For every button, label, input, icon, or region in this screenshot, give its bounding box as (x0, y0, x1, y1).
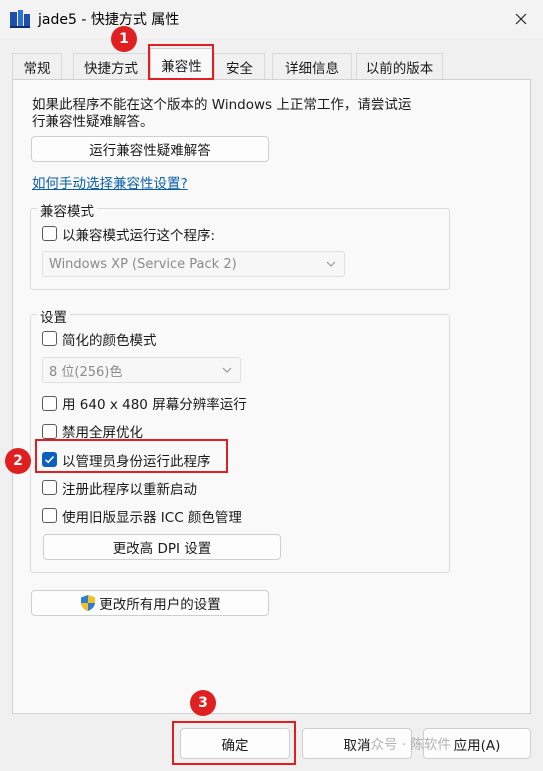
compat-mode-checkbox-label: 以兼容模式运行这个程序: (62, 228, 216, 244)
intro-text-line2: 行兼容性疑难解答。 (32, 114, 154, 130)
checkmark-icon (44, 456, 55, 464)
compat-mode-checkbox[interactable] (42, 226, 57, 241)
settings-group-label: 设置 (37, 306, 70, 326)
chevron-down-icon (326, 261, 336, 267)
window-title: jade5 - 快捷方式 属性 (38, 12, 180, 28)
close-button[interactable] (505, 6, 537, 32)
annotation-badge-3: 3 (190, 690, 216, 716)
os-version-select[interactable]: Windows XP (Service Pack 2) (42, 251, 345, 277)
annotation-badge-1: 1 (111, 26, 137, 52)
tab-shortcut[interactable]: 快捷方式 (73, 53, 149, 79)
os-version-value: Windows XP (Service Pack 2) (49, 256, 237, 272)
disable-fullscreen-checkbox[interactable] (42, 424, 57, 439)
res-640-label: 用 640 x 480 屏幕分辨率运行 (62, 397, 247, 413)
chevron-down-icon (222, 367, 232, 373)
uac-shield-icon (81, 595, 96, 611)
register-restart-label: 注册此程序以重新启动 (62, 482, 197, 498)
watermark: 公众号 · 陈软件 (357, 737, 451, 753)
res-640-checkbox[interactable] (42, 396, 57, 411)
tab-general[interactable]: 常规 (12, 53, 62, 79)
compat-mode-group (30, 208, 450, 290)
legacy-icc-label: 使用旧版显示器 ICC 颜色管理 (62, 510, 242, 526)
reduced-color-checkbox[interactable] (42, 331, 57, 346)
ok-button[interactable]: 确定 (180, 728, 290, 759)
run-as-admin-label: 以管理员身份运行此程序 (62, 454, 211, 470)
annotation-badge-2: 2 (5, 448, 31, 474)
run-as-admin-checkbox[interactable] (42, 452, 57, 467)
tab-security[interactable]: 安全 (214, 53, 265, 79)
tab-compatibility[interactable]: 兼容性 (150, 48, 213, 80)
tab-details[interactable]: 详细信息 (272, 53, 352, 79)
disable-fullscreen-label: 禁用全屏优化 (62, 425, 143, 441)
legacy-icc-checkbox[interactable] (42, 508, 57, 523)
color-depth-value: 8 位(256)色 (49, 364, 123, 380)
color-depth-select[interactable]: 8 位(256)色 (42, 357, 241, 383)
app-icon (10, 10, 30, 28)
compat-mode-group-label: 兼容模式 (37, 200, 97, 220)
change-all-users-label: 更改所有用户的设置 (99, 597, 221, 613)
reduced-color-label: 简化的颜色模式 (62, 333, 157, 349)
register-restart-checkbox[interactable] (42, 480, 57, 495)
change-all-users-button[interactable]: 更改所有用户的设置 (31, 590, 269, 616)
run-troubleshooter-button[interactable]: 运行兼容性疑难解答 (31, 136, 269, 162)
manual-settings-link[interactable]: 如何手动选择兼容性设置? (32, 172, 188, 192)
tab-previous-versions[interactable]: 以前的版本 (356, 53, 443, 79)
change-dpi-button[interactable]: 更改高 DPI 设置 (43, 534, 281, 560)
close-icon (515, 13, 527, 25)
